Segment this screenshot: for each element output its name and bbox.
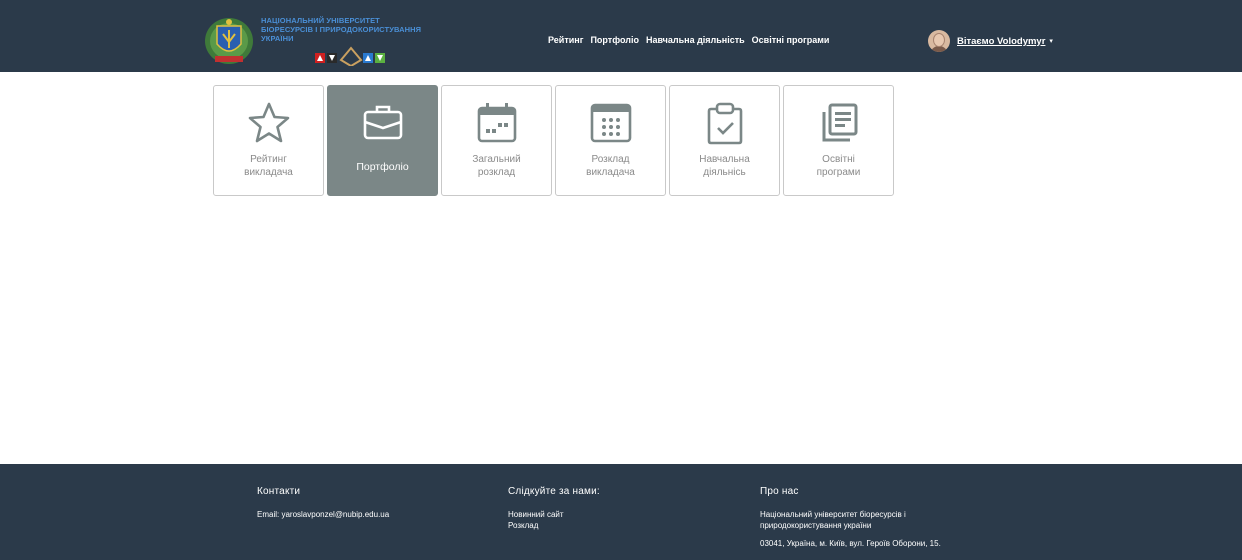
tile-label: Навчальна діяльнісь	[670, 153, 779, 179]
clipboard-check-icon	[707, 102, 742, 145]
tile-teacher-rating[interactable]: Рейтинг викладача	[213, 85, 324, 196]
logo-line: НАЦІОНАЛЬНИЙ УНІВЕРСИТЕТ	[261, 16, 380, 25]
tile-label-line: діяльнісь	[703, 167, 746, 178]
tile-teacher-schedule[interactable]: Розклад викладача	[555, 85, 666, 196]
avatar	[928, 30, 950, 52]
footer-about: Про нас Національний університет біоресу…	[760, 486, 941, 549]
tile-label-line: Загальний	[472, 154, 521, 165]
tile-teaching-activity[interactable]: Навчальна діяльнісь	[669, 85, 780, 196]
footer-link-news-site[interactable]: Новинний сайт	[508, 509, 600, 520]
tile-label-line: програми	[816, 167, 861, 178]
footer-follow: Слідкуйте за нами: Новинний сайт Розклад	[508, 486, 600, 531]
tile-label-line: Портфоліо	[356, 161, 409, 173]
university-logo[interactable]: НАЦІОНАЛЬНИЙ УНІВЕРСИТЕТ БІОРЕСУРСІВ І П…	[203, 14, 421, 66]
tile-label-line: Освітні	[822, 154, 855, 165]
logo-line: УКРАЇНИ	[261, 34, 294, 43]
footer-link-schedule[interactable]: Розклад	[508, 520, 600, 531]
chevron-down-icon: ▾	[1049, 38, 1053, 45]
page-footer: Контакти Email: yaroslavponzel@nubip.edu…	[0, 464, 1242, 560]
tile-education-programs[interactable]: Освітні програми	[783, 85, 894, 196]
tile-label: Загальний розклад	[442, 153, 551, 179]
tile-label: Портфоліо	[328, 161, 437, 174]
footer-about-line: Національний університет біоресурсів і	[760, 510, 906, 519]
nav-education-programs[interactable]: Освітні програми	[752, 35, 830, 45]
nav-teaching-activity[interactable]: Навчальна діяльність	[646, 35, 745, 45]
main-nav: Рейтинг Портфоліо Навчальна діяльність О…	[548, 35, 836, 45]
top-header: НАЦІОНАЛЬНИЙ УНІВЕРСИТЕТ БІОРЕСУРСІВ І П…	[0, 0, 1242, 72]
footer-contacts: Контакти Email: yaroslavponzel@nubip.edu…	[257, 486, 389, 520]
footer-email: Email: yaroslavponzel@nubip.edu.ua	[257, 510, 390, 519]
footer-follow-title: Слідкуйте за нами:	[508, 486, 600, 497]
tile-label-line: Рейтинг	[250, 154, 287, 165]
footer-address: 03041, Україна, м. Київ, вул. Героїв Обо…	[760, 539, 941, 548]
crest-icon	[205, 18, 253, 64]
nav-rating[interactable]: Рейтинг	[548, 35, 583, 45]
user-menu[interactable]: Вітаємо Volodymyr ▾	[928, 30, 1053, 52]
tile-label-line: розклад	[477, 167, 516, 178]
logo-line: БІОРЕСУРСІВ І ПРИРОДОКОРИСТУВАННЯ	[261, 25, 422, 34]
calendar-grid-icon	[590, 103, 631, 143]
tile-label: Рейтинг викладача	[214, 153, 323, 179]
module-tiles: Рейтинг викладача Портфоліо Загальний ро…	[213, 85, 897, 196]
tile-label-line: викладача	[244, 167, 293, 178]
footer-about-title: Про нас	[760, 486, 799, 497]
tile-label: Освітні програми	[784, 153, 893, 179]
footer-about-line: природокористування україни	[760, 521, 872, 530]
tile-general-schedule[interactable]: Загальний розклад	[441, 85, 552, 196]
tile-label: Розклад викладача	[556, 153, 665, 179]
logo-marks-icon	[315, 46, 385, 66]
tile-label-line: Навчальна	[699, 154, 750, 165]
footer-contacts-title: Контакти	[257, 486, 301, 497]
documents-icon	[822, 103, 857, 142]
tile-label-line: Розклад	[591, 154, 630, 165]
tile-label-line: викладача	[586, 167, 635, 178]
tile-portfolio[interactable]: Портфоліо	[327, 85, 438, 196]
star-icon	[248, 102, 289, 143]
logo-text: НАЦІОНАЛЬНИЙ УНІВЕРСИТЕТ БІОРЕСУРСІВ І П…	[261, 16, 451, 43]
nav-portfolio[interactable]: Портфоліо	[590, 35, 639, 45]
briefcase-icon	[363, 105, 402, 140]
user-name[interactable]: Вітаємо Volodymyr	[957, 36, 1045, 47]
calendar-icon	[477, 103, 516, 143]
